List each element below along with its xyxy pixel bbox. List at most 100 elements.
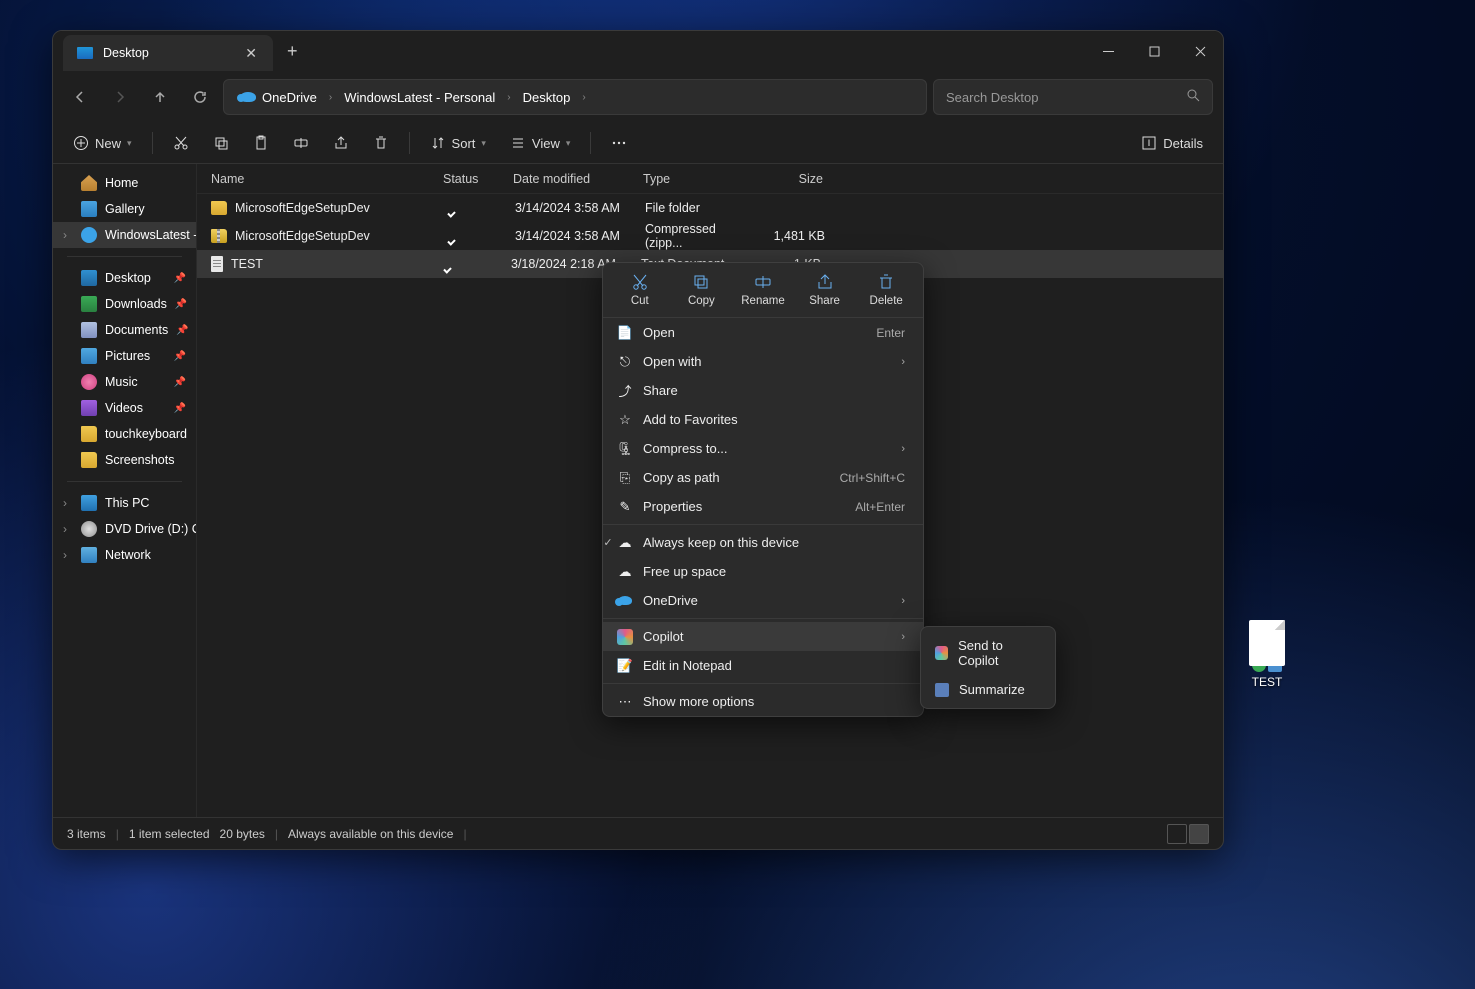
back-button[interactable] bbox=[63, 80, 97, 114]
sidebar-item-videos[interactable]: Videos📌 bbox=[53, 395, 196, 421]
pin-icon: 📌 bbox=[175, 299, 187, 310]
file-row[interactable]: MicrosoftEdgeSetupDev 3/14/2024 3:58 AM … bbox=[197, 194, 1223, 222]
file-type: Compressed (zipp... bbox=[645, 222, 755, 250]
sidebar-item-label: Desktop bbox=[105, 271, 151, 285]
sort-button[interactable]: Sort ▾ bbox=[420, 129, 496, 157]
sidebar-item-touchkeyboard[interactable]: touchkeyboard bbox=[53, 421, 196, 447]
ctx-share-button[interactable]: Share bbox=[798, 271, 852, 309]
delete-button[interactable] bbox=[363, 129, 399, 157]
col-name[interactable]: Name bbox=[211, 172, 443, 186]
refresh-button[interactable] bbox=[183, 80, 217, 114]
ctx-open[interactable]: 📄OpenEnter bbox=[603, 318, 923, 347]
sidebar-item-documents[interactable]: Documents📌 bbox=[53, 317, 196, 343]
new-button[interactable]: New ▾ bbox=[63, 129, 142, 157]
crumb-desktop[interactable]: Desktop bbox=[517, 86, 577, 109]
file-row[interactable]: MicrosoftEdgeSetupDev 3/14/2024 3:58 AM … bbox=[197, 222, 1223, 250]
ctx-favorites[interactable]: ☆Add to Favorites bbox=[603, 405, 923, 434]
chevron-right-icon[interactable]: › bbox=[327, 92, 334, 103]
copilot-icon bbox=[935, 646, 948, 660]
chevron-right-icon: › bbox=[901, 631, 905, 643]
close-tab-icon[interactable]: ✕ bbox=[239, 43, 263, 64]
tab-desktop[interactable]: Desktop ✕ bbox=[63, 35, 273, 71]
sidebar-item-label: Videos bbox=[105, 401, 143, 415]
sidebar-item-desktop[interactable]: Desktop 📌 bbox=[53, 265, 196, 291]
address-row: OneDrive › WindowsLatest - Personal › De… bbox=[53, 71, 1223, 123]
crumb-personal[interactable]: WindowsLatest - Personal bbox=[338, 86, 501, 109]
search-box[interactable] bbox=[933, 79, 1213, 115]
sidebar-item-home[interactable]: Home bbox=[53, 170, 196, 196]
crumb-onedrive[interactable]: OneDrive bbox=[234, 86, 323, 109]
separator bbox=[603, 683, 923, 684]
ctx-rename-button[interactable]: Rename bbox=[736, 271, 790, 309]
view-button[interactable]: View ▾ bbox=[500, 129, 580, 157]
search-icon[interactable] bbox=[1186, 88, 1200, 107]
tab-title: Desktop bbox=[103, 46, 229, 60]
forward-button[interactable] bbox=[103, 80, 137, 114]
desktop-icon bbox=[77, 47, 93, 59]
rename-button[interactable] bbox=[283, 129, 319, 157]
sidebar-item-gallery[interactable]: Gallery bbox=[53, 196, 196, 222]
minimize-button[interactable] bbox=[1085, 34, 1131, 68]
more-button[interactable] bbox=[601, 129, 637, 157]
ctx-show-more[interactable]: ⋯Show more options bbox=[603, 687, 923, 716]
up-button[interactable] bbox=[143, 80, 177, 114]
pin-icon: 📌 bbox=[174, 273, 186, 284]
sidebar-item-label: Home bbox=[105, 176, 138, 190]
ctx-share[interactable]: ⤴Share bbox=[603, 376, 923, 405]
sidebar-item-downloads[interactable]: Downloads📌 bbox=[53, 291, 196, 317]
view-large-icon[interactable] bbox=[1189, 824, 1209, 844]
new-tab-button[interactable]: + bbox=[273, 41, 312, 62]
ctx-copy-path[interactable]: ⎘Copy as pathCtrl+Shift+C bbox=[603, 463, 923, 492]
ctx-open-with[interactable]: ⎋Open with› bbox=[603, 347, 923, 376]
ctx-delete-button[interactable]: Delete bbox=[859, 271, 913, 309]
context-menu: Cut Copy Rename Share Delete 📄OpenEnter … bbox=[602, 262, 924, 717]
network-icon bbox=[81, 547, 97, 563]
col-status[interactable]: Status bbox=[443, 172, 513, 186]
ctx-compress[interactable]: 🗜Compress to...› bbox=[603, 434, 923, 463]
sidebar-item-network[interactable]: Network bbox=[53, 542, 196, 568]
sidebar-item-screenshots[interactable]: Screenshots bbox=[53, 447, 196, 473]
maximize-button[interactable] bbox=[1131, 34, 1177, 68]
ctx-copy-button[interactable]: Copy bbox=[674, 271, 728, 309]
sidebar-item-onedrive[interactable]: WindowsLatest - Pe bbox=[53, 222, 196, 248]
window-controls bbox=[1085, 34, 1223, 68]
chevron-right-icon: › bbox=[901, 356, 905, 368]
col-date[interactable]: Date modified bbox=[513, 172, 643, 186]
chevron-down-icon: ▾ bbox=[566, 138, 571, 149]
sidebar-item-pictures[interactable]: Pictures📌 bbox=[53, 343, 196, 369]
chevron-right-icon[interactable]: › bbox=[580, 92, 587, 103]
downloads-icon bbox=[81, 296, 97, 312]
compress-icon: 🗜 bbox=[617, 441, 633, 457]
view-details-icon[interactable] bbox=[1167, 824, 1187, 844]
separator bbox=[603, 524, 923, 525]
desktop-file-test[interactable]: TEST bbox=[1239, 620, 1295, 689]
sub-summarize[interactable]: Summarize bbox=[921, 675, 1055, 704]
paste-button[interactable] bbox=[243, 129, 279, 157]
sidebar-item-thispc[interactable]: This PC bbox=[53, 490, 196, 516]
copy-button[interactable] bbox=[203, 129, 239, 157]
chevron-down-icon: ▾ bbox=[481, 138, 486, 149]
share-button[interactable] bbox=[323, 129, 359, 157]
folder-icon bbox=[81, 452, 97, 468]
sidebar-item-dvd[interactable]: DVD Drive (D:) CCC bbox=[53, 516, 196, 542]
ctx-keep-device[interactable]: ✓☁Always keep on this device bbox=[603, 528, 923, 557]
sidebar-item-music[interactable]: Music📌 bbox=[53, 369, 196, 395]
search-input[interactable] bbox=[946, 90, 1186, 105]
new-label: New bbox=[95, 136, 121, 151]
desktop-file-label: TEST bbox=[1239, 675, 1295, 689]
ctx-free-space[interactable]: ☁Free up space bbox=[603, 557, 923, 586]
ctx-copilot[interactable]: Copilot› bbox=[603, 622, 923, 651]
chevron-right-icon[interactable]: › bbox=[505, 92, 512, 103]
close-button[interactable] bbox=[1177, 34, 1223, 68]
col-size[interactable]: Size bbox=[753, 172, 823, 186]
ctx-properties[interactable]: ✎PropertiesAlt+Enter bbox=[603, 492, 923, 521]
ctx-edit-notepad[interactable]: 📝Edit in Notepad bbox=[603, 651, 923, 680]
sub-send-copilot[interactable]: Send to Copilot bbox=[921, 631, 1055, 675]
ctx-cut-button[interactable]: Cut bbox=[613, 271, 667, 309]
details-button[interactable]: Details bbox=[1131, 129, 1213, 157]
ctx-onedrive[interactable]: OneDrive› bbox=[603, 586, 923, 615]
breadcrumb[interactable]: OneDrive › WindowsLatest - Personal › De… bbox=[223, 79, 927, 115]
cut-button[interactable] bbox=[163, 129, 199, 157]
details-label: Details bbox=[1163, 136, 1203, 151]
col-type[interactable]: Type bbox=[643, 172, 753, 186]
